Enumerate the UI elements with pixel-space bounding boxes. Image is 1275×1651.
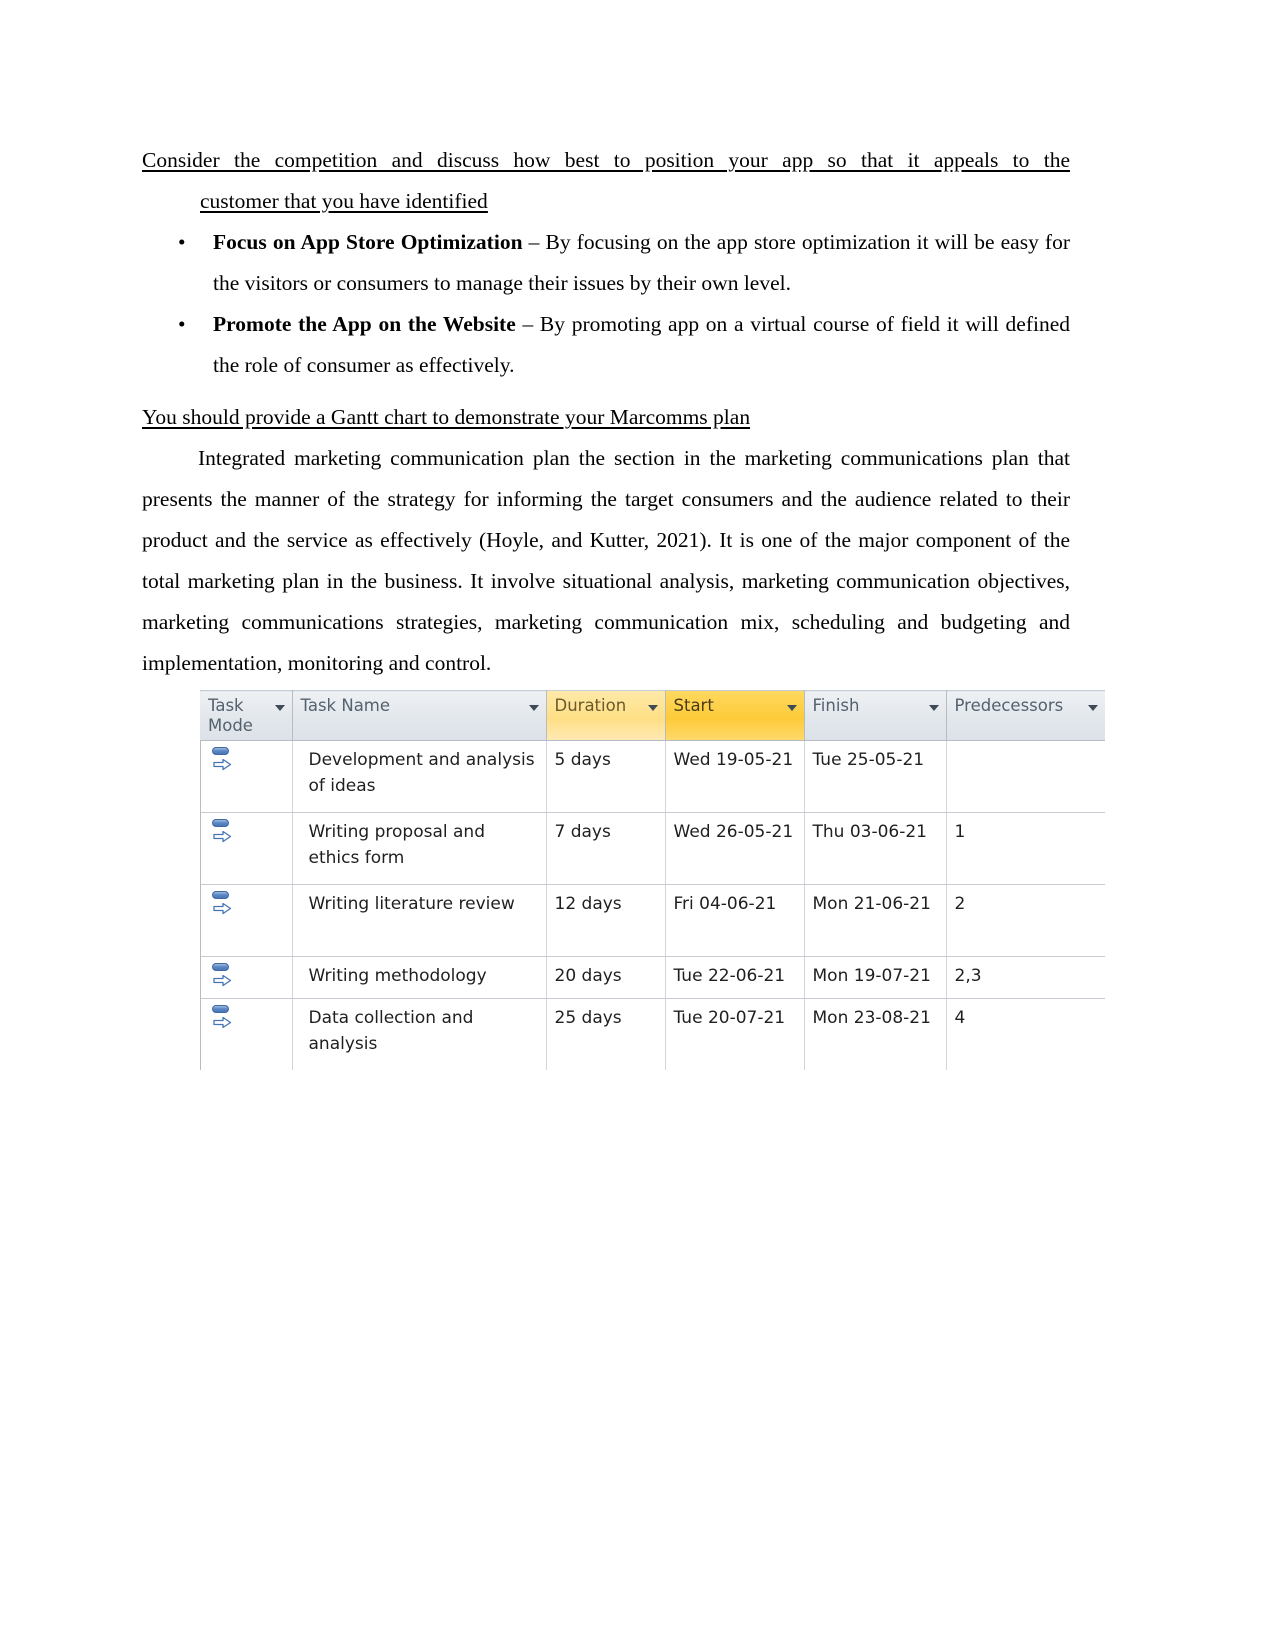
cell-duration[interactable]: 25 days xyxy=(546,998,666,1070)
page-title-line-1: Consider the competition and discuss how… xyxy=(142,148,1070,172)
cell-task-mode[interactable] xyxy=(200,740,293,813)
table-row[interactable]: Writing proposal and ethics form 7 days … xyxy=(200,812,1105,885)
column-header-finish[interactable]: Finish xyxy=(804,690,947,741)
cell-start[interactable]: Fri 04-06-21 xyxy=(665,884,805,957)
cell-task-name[interactable]: Writing proposal and ethics form xyxy=(292,812,547,885)
list-item: • Promote the App on the Website – By pr… xyxy=(142,304,1070,386)
cell-start[interactable]: Tue 20-07-21 xyxy=(665,998,805,1070)
cell-task-name[interactable]: Writing methodology xyxy=(292,956,547,999)
table-row[interactable]: Development and analysis of ideas 5 days… xyxy=(200,740,1105,813)
bullet-icon: • xyxy=(178,230,186,254)
page-title: Consider the competition and discuss how… xyxy=(142,140,1070,222)
cell-predecessors[interactable]: 1 xyxy=(946,812,1105,885)
cell-task-mode[interactable] xyxy=(200,812,293,885)
list-item: • Focus on App Store Optimization – By f… xyxy=(142,222,1070,304)
cell-finish[interactable]: Mon 21-06-21 xyxy=(804,884,947,957)
table-left-border xyxy=(200,690,201,1070)
section-heading: You should provide a Gantt chart to demo… xyxy=(142,405,751,429)
cell-duration[interactable]: 5 days xyxy=(546,740,666,813)
cell-finish[interactable]: Mon 23-08-21 xyxy=(804,998,947,1070)
cell-start[interactable]: Wed 19-05-21 xyxy=(665,740,805,813)
column-header-task-mode[interactable]: Task Mode xyxy=(200,690,293,741)
cell-task-name[interactable]: Writing literature review xyxy=(292,884,547,957)
column-header-predecessors-label: Predecessors xyxy=(954,696,1064,715)
cell-task-mode[interactable] xyxy=(200,956,293,999)
bullet-icon: • xyxy=(178,312,186,336)
table-row[interactable]: Writing literature review 12 days Fri 04… xyxy=(200,884,1105,957)
cell-predecessors[interactable]: 4 xyxy=(946,998,1105,1070)
column-header-task-name-label: Task Name xyxy=(300,696,391,715)
column-header-duration[interactable]: Duration xyxy=(546,690,666,741)
cell-duration[interactable]: 20 days xyxy=(546,956,666,999)
table-row[interactable]: Data collection and analysis 25 days Tue… xyxy=(200,998,1105,1070)
table-body: Development and analysis of ideas 5 days… xyxy=(200,740,1105,1070)
column-header-predecessors[interactable]: Predecessors xyxy=(946,690,1105,741)
auto-scheduled-icon xyxy=(210,746,234,772)
column-header-start[interactable]: Start xyxy=(665,690,805,741)
cell-task-mode[interactable] xyxy=(200,998,293,1070)
gantt-task-table: Task Mode Task Name Duration Start Finis… xyxy=(200,690,1105,1070)
column-header-finish-label: Finish xyxy=(812,696,860,715)
cell-task-mode[interactable] xyxy=(200,884,293,957)
cell-finish[interactable]: Mon 19-07-21 xyxy=(804,956,947,999)
cell-start[interactable]: Tue 22-06-21 xyxy=(665,956,805,999)
cell-predecessors[interactable] xyxy=(946,740,1105,813)
auto-scheduled-icon xyxy=(210,1004,234,1030)
document-content: Consider the competition and discuss how… xyxy=(142,140,1070,684)
cell-task-name[interactable]: Data collection and analysis xyxy=(292,998,547,1070)
section-heading-wrap: You should provide a Gantt chart to demo… xyxy=(142,397,1070,438)
cell-predecessors[interactable]: 2,3 xyxy=(946,956,1105,999)
bullet-list: • Focus on App Store Optimization – By f… xyxy=(142,222,1070,386)
filter-dropdown-icon[interactable] xyxy=(928,705,939,711)
column-header-task-name[interactable]: Task Name xyxy=(292,690,547,741)
auto-scheduled-icon xyxy=(210,890,234,916)
column-header-start-label: Start xyxy=(673,696,714,715)
filter-dropdown-icon[interactable] xyxy=(647,705,658,711)
auto-scheduled-icon xyxy=(210,962,234,988)
table-header-row: Task Mode Task Name Duration Start Finis… xyxy=(200,690,1105,741)
table-header: Task Mode Task Name Duration Start Finis… xyxy=(200,690,1105,741)
cell-predecessors[interactable]: 2 xyxy=(946,884,1105,957)
page-title-line-2: customer that you have identified xyxy=(200,189,488,213)
column-header-duration-label: Duration xyxy=(554,696,627,715)
document-page: Consider the competition and discuss how… xyxy=(0,0,1275,1651)
body-paragraph: Integrated marketing communication plan … xyxy=(142,446,1070,675)
list-item-lead: Promote the App on the Website xyxy=(213,312,516,336)
column-header-task-mode-label: Task Mode xyxy=(208,696,253,735)
task-table: Task Mode Task Name Duration Start Finis… xyxy=(200,690,1105,1070)
cell-duration[interactable]: 7 days xyxy=(546,812,666,885)
auto-scheduled-icon xyxy=(210,818,234,844)
filter-dropdown-icon[interactable] xyxy=(528,705,539,711)
table-row[interactable]: Writing methodology 20 days Tue 22-06-21… xyxy=(200,956,1105,999)
cell-start[interactable]: Wed 26-05-21 xyxy=(665,812,805,885)
cell-finish[interactable]: Thu 03-06-21 xyxy=(804,812,947,885)
filter-dropdown-icon[interactable] xyxy=(786,705,797,711)
cell-task-name[interactable]: Development and analysis of ideas xyxy=(292,740,547,813)
cell-finish[interactable]: Tue 25-05-21 xyxy=(804,740,947,813)
filter-dropdown-icon[interactable] xyxy=(1087,705,1098,711)
cell-duration[interactable]: 12 days xyxy=(546,884,666,957)
list-item-lead: Focus on App Store Optimization xyxy=(213,230,523,254)
filter-dropdown-icon[interactable] xyxy=(274,705,285,711)
